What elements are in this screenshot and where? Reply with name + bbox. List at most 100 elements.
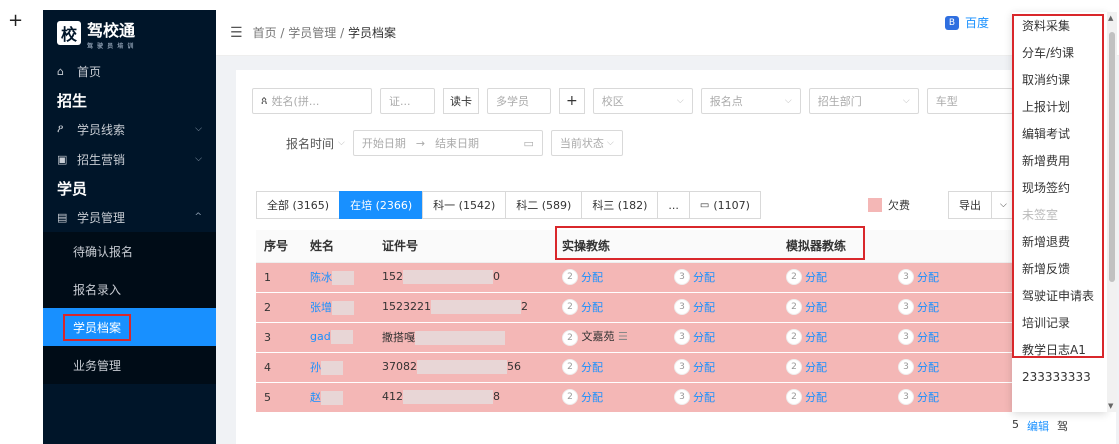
- sidebar-sub-signup-entry[interactable]: 报名录入: [43, 270, 216, 308]
- tab-subject-three[interactable]: 科三 (182): [581, 191, 659, 219]
- sidebar-item-marketing[interactable]: ▣ 招生营销 ⌵: [43, 144, 216, 174]
- menu-item[interactable]: 新增费用: [1012, 147, 1107, 174]
- assign-link[interactable]: 2 分配: [562, 359, 603, 375]
- app-root: + 校 驾校通 驾 驶 员 培 训 ⌂ 首页 招生 ዖ 学员线索 ⌵ ▣ 招生营…: [0, 0, 1119, 444]
- signup-point-select[interactable]: 报名点 ⌵: [700, 88, 801, 114]
- table-row[interactable]: 5 赵 412 8 2 分配 3 分配 2 分配 3 分配: [256, 382, 1116, 413]
- menu-item[interactable]: 驾驶证申请表: [1012, 282, 1107, 309]
- user-lead-icon: ዖ: [57, 122, 64, 135]
- tab-all[interactable]: 全部 (3165): [256, 191, 341, 219]
- scroll-down-icon[interactable]: ▼: [1108, 402, 1113, 410]
- col-name: 姓名: [302, 230, 374, 263]
- read-card-button[interactable]: 读卡: [443, 88, 479, 114]
- assign-link[interactable]: 3 分配: [898, 329, 939, 345]
- sidebar-item-label: 学员管理: [77, 210, 126, 225]
- cert-input[interactable]: 证...: [380, 88, 435, 114]
- badge-count: 3: [898, 329, 914, 345]
- id-prefix: 412: [382, 390, 403, 403]
- assign-link[interactable]: 2 分配: [786, 359, 827, 375]
- campus-select[interactable]: 校区 ⌵: [592, 88, 693, 114]
- logo-name: 驾校通: [87, 20, 136, 40]
- table-row[interactable]: 4 孙 37082 56 2 分配 3 分配 2 分配 3 分配: [256, 352, 1116, 383]
- table-row[interactable]: 1 陈冰 152 0 2 分配 3 分配 2 分配 3 分配: [256, 262, 1116, 293]
- tab-subject-two[interactable]: 科二 (589): [505, 191, 583, 219]
- assign-link[interactable]: 2 分配: [786, 299, 827, 315]
- sidebar-item-home[interactable]: ⌂ 首页: [43, 56, 216, 86]
- assign-link[interactable]: 3 分配: [674, 269, 715, 285]
- sidebar-item-student-mgmt[interactable]: ▤ 学员管理 ^: [43, 202, 216, 232]
- student-name-link[interactable]: 陈冰: [310, 271, 332, 284]
- tab-subject-one[interactable]: 科一 (1542): [422, 191, 507, 219]
- logo: 校 驾校通 驾 驶 员 培 训: [43, 10, 216, 56]
- menu-scrollbar[interactable]: ▲ ▼: [1107, 12, 1117, 412]
- edit-link[interactable]: 编辑: [1027, 418, 1049, 434]
- assign-link[interactable]: 3 分配: [898, 389, 939, 405]
- date-range-picker[interactable]: 开始日期 → 结束日期 ▭: [352, 130, 543, 156]
- menu-item[interactable]: 培训记录: [1012, 309, 1107, 336]
- student-name-link[interactable]: gad: [310, 330, 331, 343]
- start-date-input[interactable]: 开始日期: [362, 135, 406, 151]
- assign-link[interactable]: 2 分配: [786, 329, 827, 345]
- multi-student-input[interactable]: 多学员: [487, 88, 551, 114]
- tab-training[interactable]: 在培 (2366): [339, 191, 424, 219]
- menu-item[interactable]: 取消约课: [1012, 66, 1107, 93]
- assign-link[interactable]: 3 分配: [674, 359, 715, 375]
- tab-more[interactable]: ...: [657, 191, 690, 219]
- table-row[interactable]: 2 张增 1523221 2 2 分配 3 分配 2 分配 3 分配: [256, 292, 1116, 323]
- menu-item[interactable]: 现场签约: [1012, 174, 1107, 201]
- home-icon: ⌂: [57, 64, 64, 78]
- export-button[interactable]: 导出 ⌵: [948, 191, 1016, 219]
- more-actions[interactable]: 驾: [1057, 418, 1068, 434]
- recruit-dept-select[interactable]: 招生部门 ⌵: [808, 88, 919, 114]
- baidu-link[interactable]: B 百度: [944, 14, 989, 31]
- current-status-select[interactable]: 当前状态 ⌵: [550, 130, 623, 156]
- sidebar-sub-pending[interactable]: 待确认报名: [43, 232, 216, 270]
- scroll-up-icon[interactable]: ▲: [1108, 14, 1113, 22]
- student-name-link[interactable]: 张增: [310, 301, 332, 314]
- menu-item[interactable]: 新增退费: [1012, 228, 1107, 255]
- sidebar-sub-business[interactable]: 业务管理: [43, 346, 216, 384]
- sidebar-item-leads[interactable]: ዖ 学员线索 ⌵: [43, 114, 216, 144]
- menu-item[interactable]: 资料采集: [1012, 12, 1107, 39]
- id-suffix: 8: [493, 390, 500, 403]
- menu-item[interactable]: 分车/约课: [1012, 39, 1107, 66]
- student-name-link[interactable]: 孙: [310, 361, 321, 374]
- masked-text: [415, 331, 505, 345]
- badge-count: 2: [562, 359, 578, 375]
- menu-item[interactable]: 上报计划: [1012, 93, 1107, 120]
- assign-link[interactable]: 2 分配: [562, 389, 603, 405]
- col-coach: 实操教练: [554, 230, 666, 263]
- assign-link[interactable]: 3 分配: [898, 269, 939, 285]
- badge-count: 3: [674, 389, 690, 405]
- name-search-input[interactable]: ጰ 姓名(拼...: [252, 88, 372, 114]
- menu-fold-icon[interactable]: ☰: [230, 25, 243, 41]
- assign-link[interactable]: 3 分配: [898, 359, 939, 375]
- assign-link[interactable]: 3 分配: [674, 389, 715, 405]
- menu-item[interactable]: 233333333: [1012, 363, 1107, 390]
- badge-count: 2: [786, 359, 802, 375]
- menu-item[interactable]: 编辑考试: [1012, 120, 1107, 147]
- masked-text: [431, 300, 521, 314]
- assign-link[interactable]: 2 分配: [786, 269, 827, 285]
- add-button[interactable]: +: [559, 88, 585, 114]
- menu-item[interactable]: 新增反馈: [1012, 255, 1107, 282]
- sidebar: 校 驾校通 驾 驶 员 培 训 ⌂ 首页 招生 ዖ 学员线索 ⌵ ▣ 招生营销 …: [43, 10, 216, 444]
- student-name-link[interactable]: 赵: [310, 391, 321, 404]
- breadcrumb-student-mgmt[interactable]: 学员管理: [288, 26, 336, 40]
- breadcrumb-home[interactable]: 首页: [253, 26, 277, 40]
- assign-link[interactable]: 3 分配: [674, 329, 715, 345]
- assign-link[interactable]: 2 分配: [562, 299, 603, 315]
- menu-item[interactable]: 教学日志A1: [1012, 336, 1107, 363]
- signup-time-select[interactable]: 报名时间 ⌵: [286, 135, 345, 152]
- car-type-select[interactable]: 车型: [926, 88, 1013, 114]
- assign-link[interactable]: 2 分配: [786, 389, 827, 405]
- assign-link[interactable]: 3 分配: [674, 299, 715, 315]
- sidebar-sub-student-archive[interactable]: 学员档案: [43, 308, 216, 346]
- end-date-input[interactable]: 结束日期: [435, 135, 479, 151]
- assign-link[interactable]: 2 分配: [562, 269, 603, 285]
- tab-calendar[interactable]: ▭ (1107): [688, 191, 761, 219]
- assign-link[interactable]: 3 分配: [898, 299, 939, 315]
- status-tabs: 全部 (3165) 在培 (2366) 科一 (1542) 科二 (589) 科…: [256, 191, 761, 219]
- scroll-thumb[interactable]: [1109, 32, 1115, 282]
- table-row[interactable]: 3 gad 撒搭嘎 2 文嘉苑 ☰ 3 分配 2 分配 3 分配: [256, 322, 1116, 353]
